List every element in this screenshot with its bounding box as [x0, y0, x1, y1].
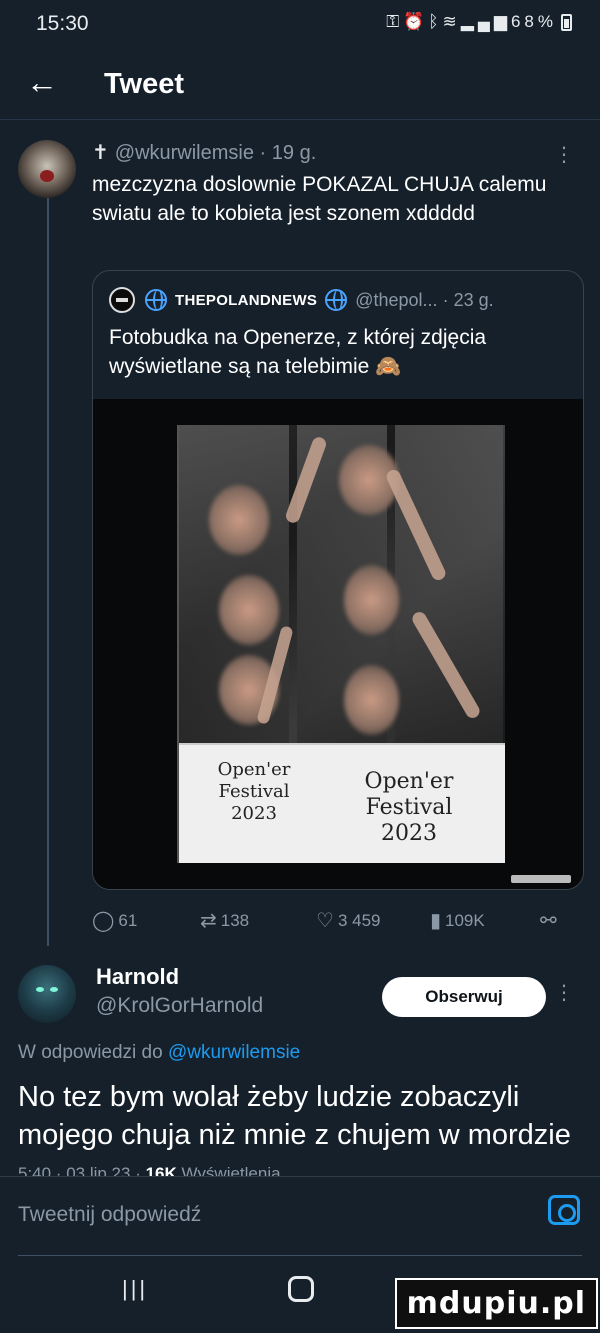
site-watermark: mdupiu.pl [394, 1278, 598, 1329]
reply-input[interactable]: Tweetnij odpowiedź [18, 1203, 201, 1227]
tweet-text: mezczyzna doslownie POKAZAL CHUJA calemu… [92, 173, 547, 225]
quoted-author-handle: @thepol... [355, 289, 438, 310]
quoted-author-avatar [109, 287, 135, 313]
retweet-button[interactable]: ⇄ 138 [200, 908, 249, 933]
more-options-icon[interactable]: ⋮ [554, 142, 574, 167]
quoted-tweet-text: Fotobudka na Openerze, z której zdjęcia … [109, 326, 487, 378]
monkey-emoji-icon: 🙈 [375, 355, 402, 378]
quoted-tweet-age: 23 g. [453, 289, 494, 310]
tweet-meta: ✝ @wkurwilemsie · 19 g. [92, 142, 317, 164]
like-button[interactable]: ♡ 3 459 [316, 908, 380, 933]
top-app-bar: ← Tweet [0, 52, 600, 120]
wifi-icon: ≋ [442, 12, 461, 31]
share-icon: ⚯ [540, 910, 557, 932]
camera-icon[interactable] [548, 1195, 580, 1225]
globe-icon [325, 289, 348, 311]
back-arrow-icon[interactable]: ← [26, 66, 58, 98]
recents-icon[interactable]: ||| [122, 1276, 148, 1302]
festival-poster: Open'er Festival 2023 Open'er Festival 2… [179, 743, 505, 863]
status-time: 15:30 [36, 12, 89, 35]
bluetooth-icon: ᛒ [428, 12, 443, 31]
quoted-tweet-image[interactable]: Open'er Festival 2023 Open'er Festival 2… [93, 399, 583, 889]
author-avatar[interactable] [18, 140, 76, 198]
reply-author-handle[interactable]: @KrolGorHarnold [96, 994, 263, 1018]
compose-reply-bar: Tweetnij odpowiedź [0, 1176, 600, 1256]
reply-icon: ◯ [92, 910, 115, 932]
image-watermark [511, 875, 571, 883]
signal-icon: ▂▄▆ [460, 12, 511, 31]
status-icons: ⚿ ⏰ ᛒ ≋ ▂▄▆ 68% [386, 12, 572, 32]
quoted-tweet-card[interactable]: THEPOLANDNEWS @thepol... · 23 g. Fotobud… [92, 270, 584, 890]
battery-icon [561, 13, 572, 31]
retweet-icon: ⇄ [200, 910, 217, 932]
tweet-actions: ◯ 61 ⇄ 138 ♡ 3 459 ▮ 109K ⚯ [92, 908, 572, 938]
thread-connector [47, 186, 49, 946]
tweet-age: 19 g. [271, 142, 317, 164]
reply-button[interactable]: ◯ 61 [92, 908, 137, 933]
home-icon[interactable] [288, 1276, 314, 1302]
status-bar: 15:30 ⚿ ⏰ ᛒ ≋ ▂▄▆ 68% [0, 0, 600, 52]
tweet-author-handle[interactable]: @wkurwilemsie [115, 142, 254, 164]
key-icon: ⚿ [386, 12, 404, 31]
heart-icon: ♡ [316, 910, 334, 932]
reply-to-link[interactable]: @wkurwilemsie [168, 1042, 300, 1063]
more-options-icon[interactable]: ⋮ [554, 980, 574, 1005]
reply-meta: 5:40 · 03 lip 23 · 16K Wyświetlenia [18, 1164, 281, 1176]
follow-button[interactable]: Obserwuj [382, 977, 546, 1017]
page-title: Tweet [104, 68, 185, 100]
cross-icon: ✝ [92, 142, 109, 164]
battery-percent: 68% [510, 12, 557, 31]
reply-text: No tez bym wolał żeby ludzie zobaczyli m… [18, 1081, 571, 1151]
reply-context: W odpowiedzi do @wkurwilemsie [18, 1042, 301, 1063]
photo-booth-photo: Open'er Festival 2023 Open'er Festival 2… [177, 425, 505, 863]
reply-author-avatar[interactable] [18, 965, 76, 1023]
globe-icon [145, 289, 167, 311]
share-button[interactable]: ⚯ [540, 908, 561, 933]
reply-author-name[interactable]: Harnold [96, 964, 179, 990]
quoted-author-name: THEPOLANDNEWS [175, 291, 318, 309]
alarm-icon: ⏰ [403, 12, 429, 31]
views-button[interactable]: ▮ 109K [430, 908, 485, 933]
analytics-icon: ▮ [430, 910, 442, 932]
quoted-tweet-header: THEPOLANDNEWS @thepol... · 23 g. [109, 287, 494, 313]
